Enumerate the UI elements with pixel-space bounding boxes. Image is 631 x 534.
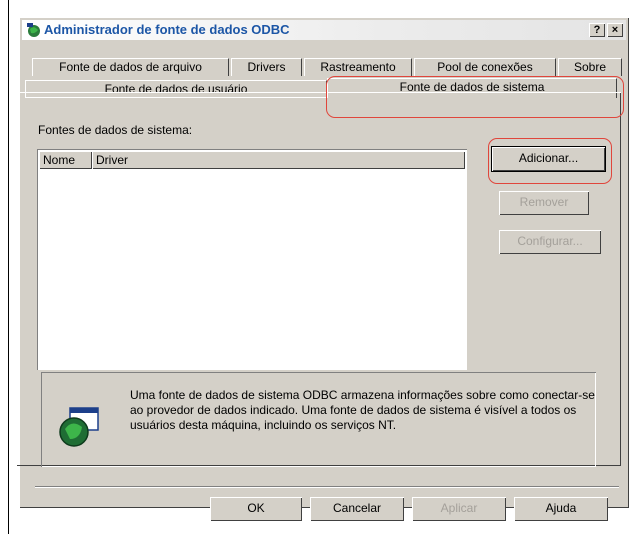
configure-button[interactable]: Configurar... [499,230,601,254]
highlight-system-dsn-tab [326,76,624,118]
system-dsn-list[interactable]: Nome Driver [37,149,467,370]
info-description: Uma fonte de dados de sistema ODBC armaz… [130,388,595,432]
column-header-driver[interactable]: Driver [92,151,465,169]
cancel-button[interactable]: Cancelar [310,497,404,521]
apply-button[interactable]: Aplicar [412,497,506,521]
close-title-button[interactable]: × [607,23,623,37]
help-title-button[interactable]: ? [589,23,605,37]
tab-tracing[interactable]: Rastreamento [304,58,412,76]
tab-about[interactable]: Sobre [558,58,622,76]
tab-file-dsn[interactable]: Fonte de dados de arquivo [32,58,229,76]
tab-drivers[interactable]: Drivers [231,58,302,76]
window-title: Administrador de fonte de dados ODBC [44,22,290,37]
remove-button[interactable]: Remover [499,191,589,215]
help-button[interactable]: Ajuda [514,497,608,521]
footer-separator-light [35,487,619,488]
ok-button[interactable]: OK [210,497,302,521]
panel-top-edge [16,92,327,93]
title-bar[interactable]: Administrador de fonte de dados ODBC ? × [22,20,626,40]
globe-window-icon [59,407,99,447]
odbc-globe-icon [27,23,40,37]
page-edge-line [8,0,9,534]
tab-connection-pooling[interactable]: Pool de conexões [414,58,556,76]
system-dsn-label: Fontes de dados de sistema: [38,123,193,137]
highlight-add-button [488,138,612,184]
column-header-name[interactable]: Nome [39,151,92,169]
